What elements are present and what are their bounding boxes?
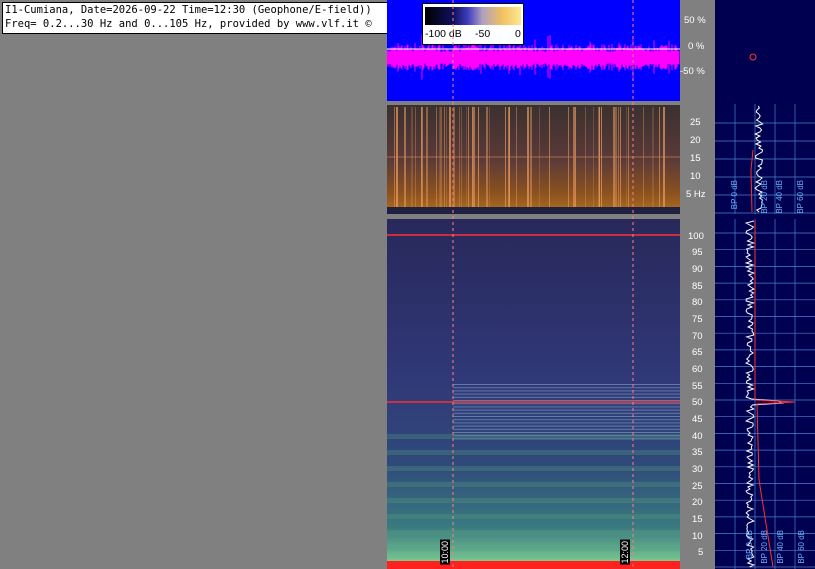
low-tick-20: 20: [690, 135, 701, 146]
wave-tick-50: 50 %: [684, 15, 706, 26]
high-tick: 90: [692, 264, 703, 275]
low-tick-10: 10: [690, 171, 701, 182]
bp-label-low-20: BP 20 dB: [760, 180, 769, 214]
high-tick: 60: [692, 364, 703, 375]
spectrum-profile-panel: [715, 0, 815, 569]
header-line-2: Freq= 0.2...30 Hz and 0...105 Hz, provid…: [5, 18, 372, 30]
high-tick: 85: [692, 280, 703, 292]
high-tick: 25: [692, 480, 703, 492]
high-tick: 70: [692, 330, 703, 342]
time-marker-lines: [452, 0, 634, 569]
high-tick: 35: [692, 447, 703, 459]
header-line-1: I1-Cumiana, Date=2026-09-22 Time=12:30 (…: [5, 4, 372, 16]
empty-area: [0, 0, 387, 569]
low-tick-25: 25: [690, 117, 701, 128]
high-tick: 100: [688, 230, 704, 242]
bp-label-high-40: BP 40 dB: [776, 530, 785, 564]
bp-label-low-0: BP 0 dB: [730, 180, 739, 210]
high-tick: 30: [692, 464, 703, 475]
high-tick: 40: [692, 430, 703, 442]
high-tick: 80: [692, 297, 703, 309]
high-tick: 10: [692, 530, 703, 542]
low-tick-15: 15: [690, 153, 701, 164]
axis-panel: 50 % 0 % -50 % 25 20 15 10 5 Hz 100 95 90 8…: [680, 0, 715, 569]
bp-label-low-60: BP 60 dB: [796, 180, 805, 214]
high-tick: 15: [692, 514, 703, 525]
bp-label-high-20: BP 20 dB: [760, 530, 769, 564]
high-tick: 5: [698, 547, 704, 559]
high-tick: 55: [692, 380, 703, 392]
bp-label-low-40: BP 40 dB: [775, 180, 784, 214]
high-tick: 95: [692, 247, 703, 259]
time-label-10: 10:00: [440, 540, 450, 565]
high-tick: 65: [692, 347, 703, 359]
high-tick: 20: [692, 497, 703, 509]
bp-label-high-0: BP 0 dB: [745, 530, 754, 560]
header-box: I1-Cumiana, Date=2026-09-22 Time=12:30 (…: [2, 2, 414, 34]
high-tick: 50: [692, 397, 703, 409]
high-tick: 45: [692, 414, 703, 425]
high-tick: 75: [692, 314, 703, 325]
bp-label-high-60: BP 60 dB: [797, 530, 806, 564]
wave-tick-minus50: -50 %: [680, 66, 705, 77]
time-label-12: 12:00: [620, 540, 630, 565]
low-tick-5: 5 Hz: [686, 189, 706, 200]
wave-tick-0: 0 %: [688, 41, 705, 52]
